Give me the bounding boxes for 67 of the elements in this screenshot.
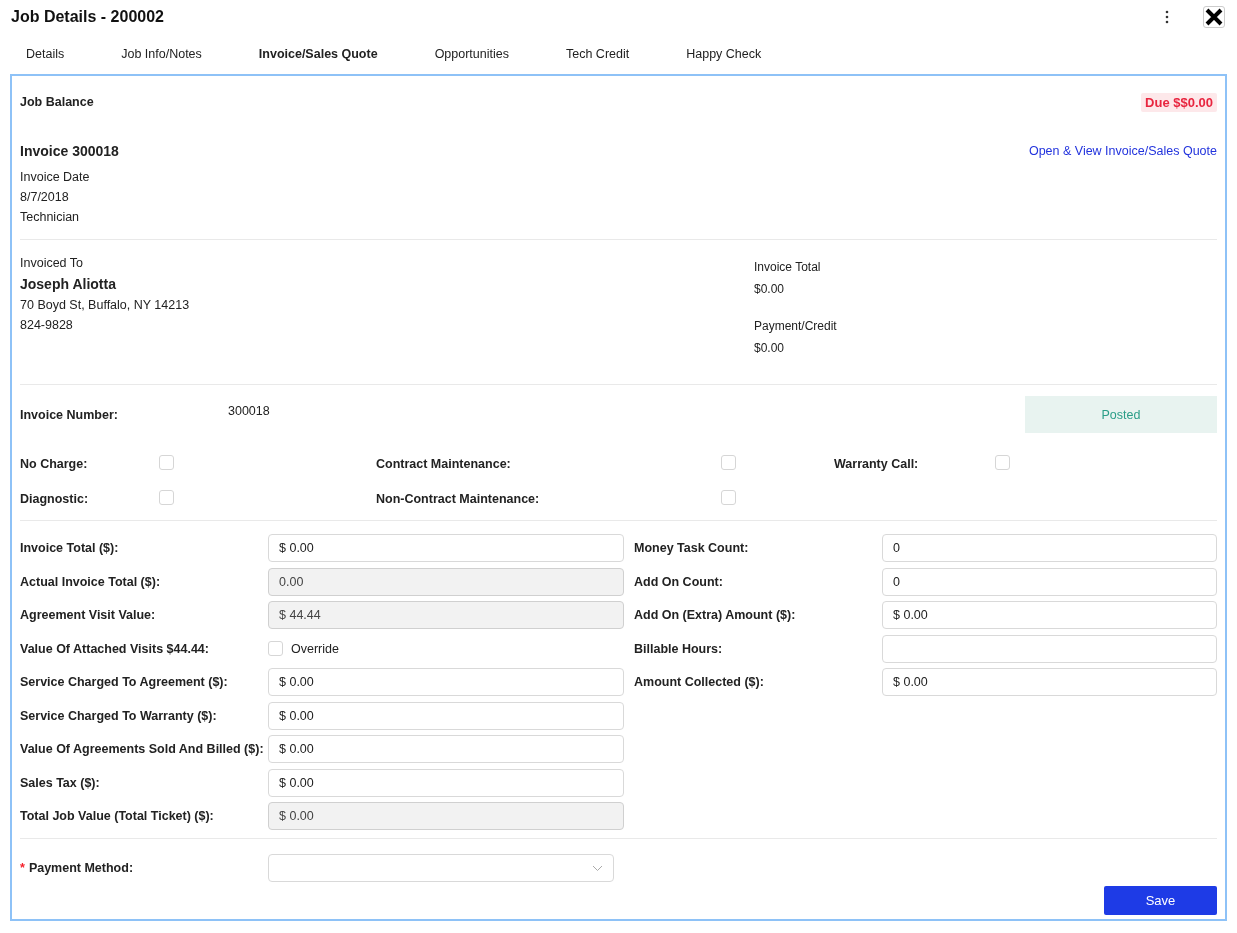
field-label: Service Charged To Agreement ($): (20, 675, 229, 689)
more-icon[interactable] (1165, 10, 1169, 24)
tab[interactable]: Details (26, 47, 65, 61)
payment-method-select[interactable] (268, 854, 614, 882)
field-label: Invoice Total ($): (20, 541, 120, 555)
tab[interactable]: Opportunities (434, 47, 509, 61)
input-field[interactable]: 0 (882, 534, 1217, 562)
flag-label: No Charge: (20, 457, 89, 471)
customer-name: Joseph Aliotta (20, 275, 117, 294)
checkbox[interactable] (159, 455, 174, 470)
total-value: $0.00 (754, 281, 786, 298)
invoice-info: Invoice Date (20, 169, 91, 186)
input-field[interactable]: $ 0.00 (268, 534, 624, 562)
flag-label: Non-Contract Maintenance: (376, 492, 541, 506)
flag-label: Contract Maintenance: (376, 457, 512, 471)
save-button[interactable]: Save (1104, 886, 1217, 915)
checkbox[interactable] (995, 455, 1010, 470)
flag-label: Warranty Call: (834, 457, 920, 471)
input-field[interactable]: $ 0.00 (268, 768, 624, 797)
customer-phone: 824-9828 (20, 317, 74, 334)
input-field[interactable]: $ 0.00 (882, 668, 1217, 696)
input-field[interactable]: 0 (882, 567, 1217, 596)
field-label: Total Job Value (Total Ticket) ($): (20, 809, 215, 823)
close-button[interactable] (1203, 6, 1225, 28)
invoiced-to-label: Invoiced To (20, 255, 84, 272)
field-label: Sales Tax ($): (20, 775, 101, 790)
field-label: Service Charged To Warranty ($): (20, 708, 218, 723)
window-title: Job Details - 200002 (11, 8, 165, 26)
field-label: Add On (Extra) Amount ($): (634, 608, 797, 622)
total-label: Payment/Credit (754, 318, 838, 335)
checkbox[interactable] (721, 490, 736, 505)
input-field[interactable] (882, 634, 1217, 663)
input-field[interactable]: $ 0.00 (268, 735, 624, 763)
field-label: Billable Hours: (634, 641, 724, 656)
invoice-info: 8/7/2018 (20, 189, 70, 206)
total-value: $0.00 (754, 340, 786, 357)
checkbox[interactable] (721, 455, 736, 470)
invoice-number: 300018 (228, 403, 271, 418)
checkbox[interactable] (159, 490, 174, 505)
field-label: Invoice Number: (20, 407, 119, 422)
invoice-title: Invoice 300018 (20, 143, 119, 159)
due-badge: Due $$0.00 (1141, 92, 1217, 112)
customer-address: 70 Boyd St, Buffalo, NY 14213 (20, 297, 191, 314)
field-label: Amount Collected ($): (634, 675, 765, 689)
field-label: Value Of Agreements Sold And Billed ($): (20, 742, 265, 756)
tab[interactable]: Tech Credit (566, 47, 630, 61)
input-field[interactable]: $ 0.00 (268, 701, 624, 730)
status-badge: Posted (1025, 396, 1217, 433)
section-title: Job Balance (20, 95, 94, 109)
input-field[interactable]: $ 0.00 (882, 601, 1217, 629)
tab[interactable]: Happy Check (686, 47, 762, 61)
field-label: Payment Method: (28, 861, 134, 875)
tab[interactable]: Invoice/Sales Quote (258, 47, 378, 61)
total-label: Invoice Total (754, 259, 822, 276)
field-label: Agreement Visit Value: (20, 608, 157, 622)
tab[interactable]: Job Info/Notes (121, 47, 202, 61)
chevron-down-icon (592, 864, 603, 872)
field-label: Actual Invoice Total ($): (20, 574, 162, 589)
flag-label: Diagnostic: (20, 492, 90, 506)
open-invoice-link[interactable]: Open & View Invoice/Sales Quote (1028, 144, 1217, 158)
invoice-info: Technician (20, 209, 81, 226)
input-field[interactable]: $ 0.00 (268, 668, 624, 696)
field-label: Value Of Attached Visits $44.44: (20, 641, 210, 656)
field-label: Money Task Count: (634, 541, 750, 555)
required-mark: * (20, 861, 25, 875)
field-label: Add On Count: (634, 574, 724, 589)
override-checkbox[interactable]: Override (268, 641, 624, 656)
